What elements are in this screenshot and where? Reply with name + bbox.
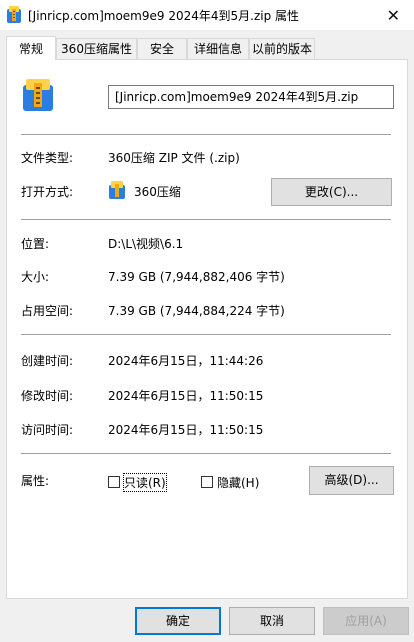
hidden-checkbox[interactable]	[201, 476, 213, 488]
advanced-button[interactable]: 高级(D)...	[309, 466, 394, 495]
divider	[21, 334, 391, 335]
divider	[21, 219, 391, 220]
opens-with-label: 打开方式:	[21, 185, 74, 199]
size-on-disk-value: 7.39 GB (7,944,884,224 字节)	[108, 304, 285, 318]
tab-security[interactable]: 安全	[137, 38, 187, 59]
tab-previous-versions[interactable]: 以前的版本	[249, 38, 315, 59]
location-value: D:\L\视频\6.1	[108, 237, 184, 251]
close-icon[interactable]: ✕	[387, 6, 400, 25]
tab-details[interactable]: 详细信息	[187, 38, 249, 59]
readonly-label[interactable]: 只读(R)	[123, 473, 167, 492]
size-label: 大小:	[21, 270, 50, 284]
ok-button[interactable]: 确定	[135, 607, 221, 635]
attributes-label: 属性:	[21, 474, 50, 488]
zip-archive-icon	[109, 181, 125, 199]
cancel-button[interactable]: 取消	[229, 607, 315, 635]
title-bar: [Jinricp.com]moem9e9 2024年4到5月.zip 属性 ✕	[0, 0, 414, 30]
location-label: 位置:	[21, 237, 50, 251]
created-value: 2024年6月15日，11:44:26	[108, 354, 264, 368]
file-type-value: 360压缩 ZIP 文件 (.zip)	[108, 151, 240, 165]
change-button[interactable]: 更改(C)...	[271, 178, 392, 206]
modified-value: 2024年6月15日，11:50:15	[108, 389, 264, 403]
tab-360-properties[interactable]: 360压缩属性	[56, 38, 137, 59]
created-label: 创建时间:	[21, 354, 74, 368]
accessed-label: 访问时间:	[21, 423, 74, 437]
zip-archive-icon	[7, 6, 21, 23]
divider	[21, 134, 391, 135]
file-name-field[interactable]: [Jinricp.com]moem9e9 2024年4到5月.zip	[108, 85, 394, 109]
file-type-label: 文件类型:	[21, 151, 74, 165]
tab-general[interactable]: 常规	[6, 36, 56, 60]
modified-label: 修改时间:	[21, 389, 74, 403]
zip-archive-icon	[23, 79, 53, 111]
size-on-disk-label: 占用空间:	[21, 304, 74, 318]
accessed-value: 2024年6月15日，11:50:15	[108, 423, 264, 437]
size-value: 7.39 GB (7,944,882,406 字节)	[108, 270, 285, 284]
window-title: [Jinricp.com]moem9e9 2024年4到5月.zip 属性	[28, 9, 300, 23]
divider	[21, 453, 391, 454]
opens-with-value: 360压缩	[134, 185, 181, 199]
apply-button[interactable]: 应用(A)	[323, 607, 409, 635]
readonly-checkbox[interactable]	[108, 476, 120, 488]
general-panel: [Jinricp.com]moem9e9 2024年4到5月.zip 文件类型:…	[6, 59, 408, 599]
hidden-label[interactable]: 隐藏(H)	[217, 474, 259, 491]
